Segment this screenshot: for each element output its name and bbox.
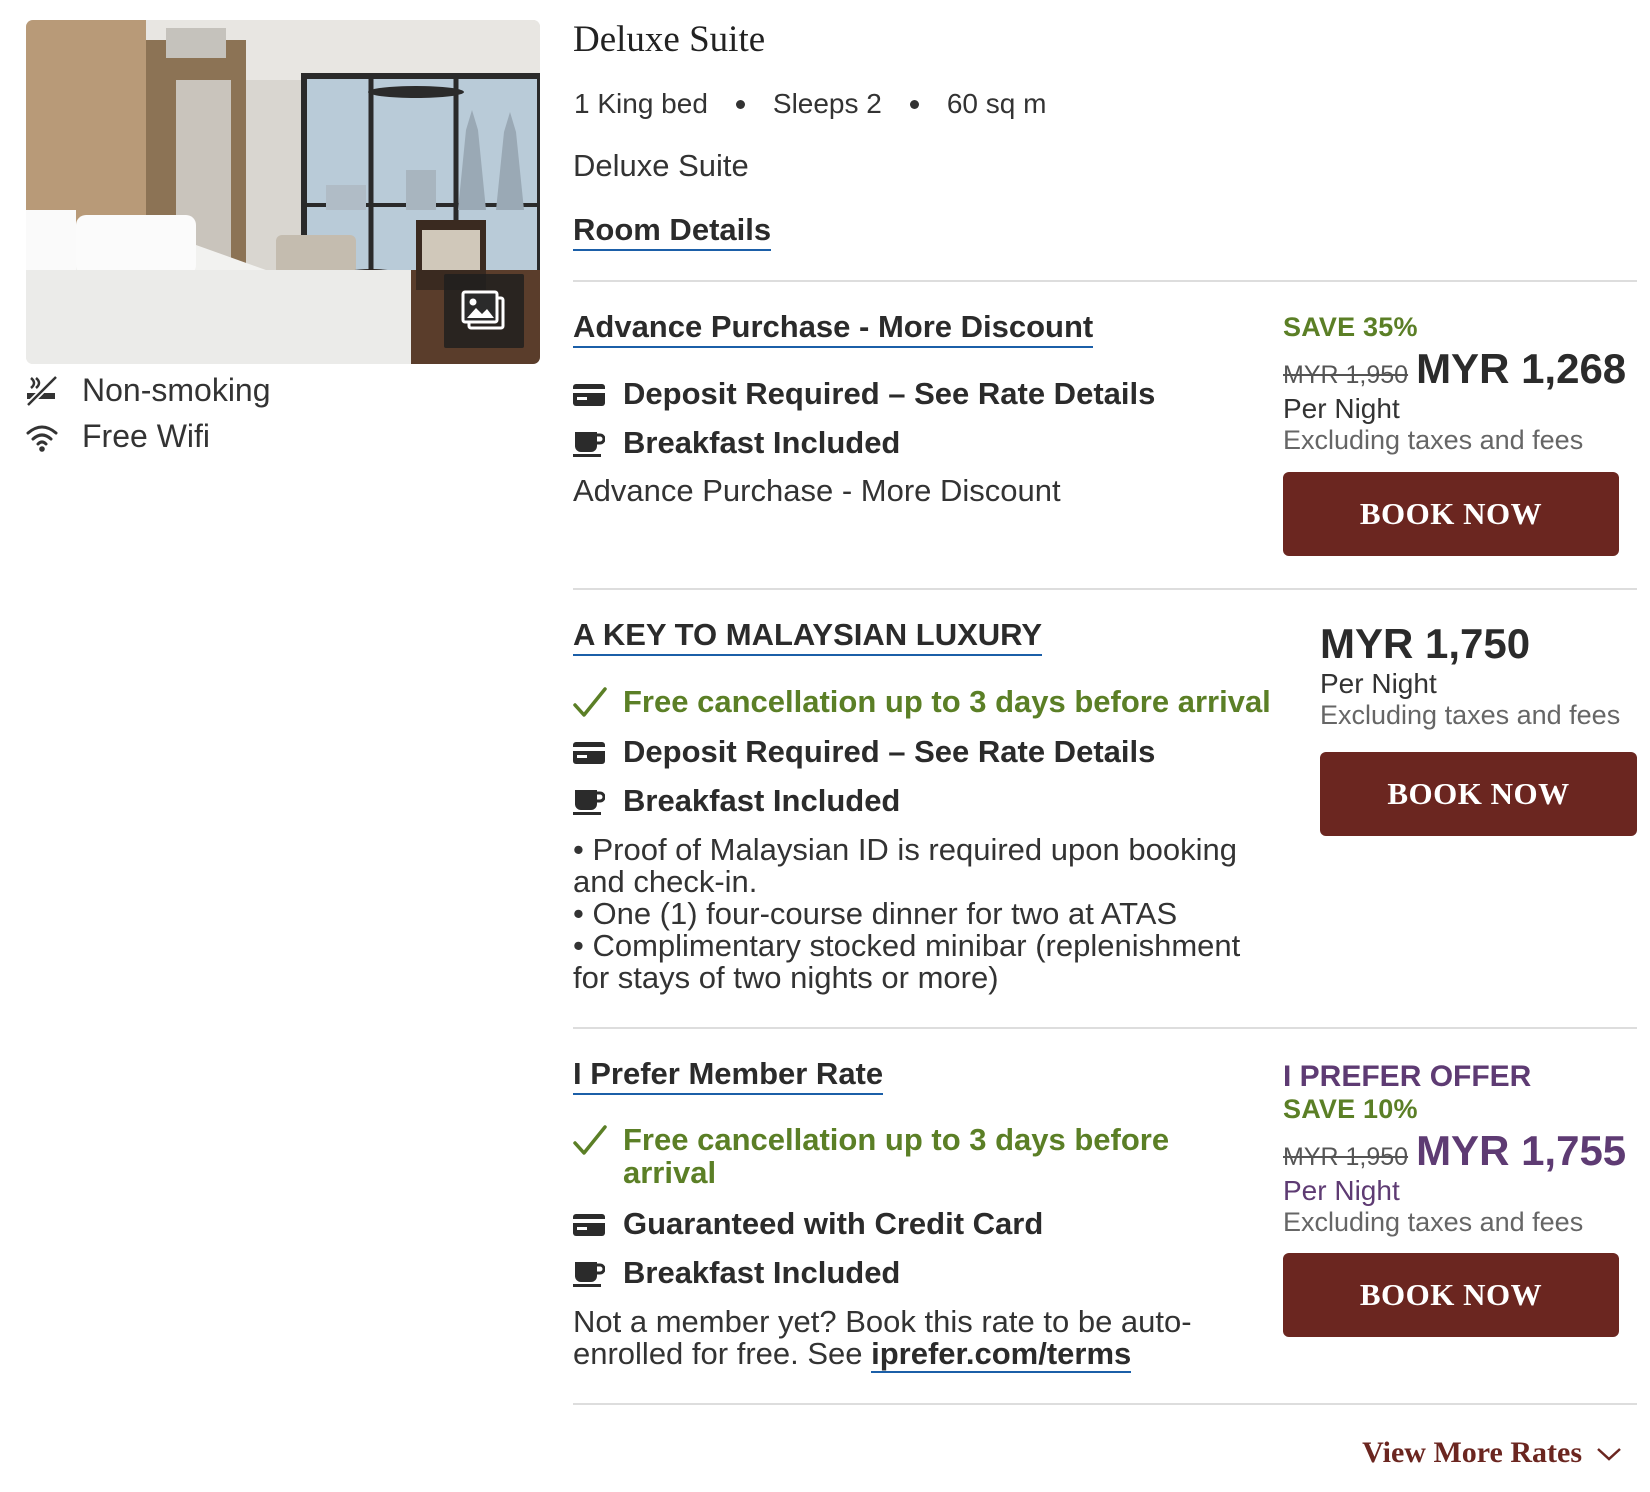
- feature-text: Deposit Required – See Rate Details: [623, 376, 1156, 411]
- bed-info: 1 King bed: [574, 88, 708, 119]
- feature-guaranteed: Guaranteed with Credit Card: [573, 1207, 1043, 1243]
- original-price: MYR 1,950: [1283, 361, 1409, 389]
- credit-card-icon: [573, 735, 607, 771]
- separator-dot: [735, 99, 745, 109]
- per-night-label: Per Night: [1283, 393, 1400, 424]
- divider: [573, 1027, 1637, 1029]
- credit-card-icon: [573, 377, 607, 413]
- sleeps-info: Sleeps 2: [772, 88, 882, 119]
- separator-dot: [909, 99, 919, 109]
- amenity-free-wifi: Free Wifi: [24, 418, 210, 455]
- current-price: MYR 1,755: [1416, 1127, 1627, 1174]
- per-night-label: Per Night: [1283, 1175, 1400, 1206]
- note-line: • Proof of Malaysian ID is required upon…: [573, 832, 1237, 867]
- gallery-icon[interactable]: [444, 274, 524, 348]
- price-block-1: SAVE 35% MYR 1,950 MYR 1,268 Per Night E…: [1283, 312, 1626, 456]
- feature-text: Guaranteed with Credit Card: [623, 1206, 1044, 1241]
- room-details-link[interactable]: Room Details: [573, 212, 772, 251]
- feature-breakfast: Breakfast Included: [573, 426, 900, 462]
- price-row: MYR 1,950 MYR 1,268: [1283, 345, 1626, 393]
- book-now-button[interactable]: BOOK NOW: [1283, 1253, 1619, 1337]
- note-line: and check-in.: [573, 864, 758, 899]
- note-line: • Complimentary stocked minibar (repleni…: [573, 928, 1241, 963]
- excluding-taxes-label: Excluding taxes and fees: [1283, 425, 1584, 455]
- original-price: MYR 1,950: [1283, 1143, 1409, 1171]
- no-smoking-icon: [24, 374, 60, 408]
- current-price: MYR 1,268: [1416, 345, 1627, 392]
- price-block-3: I PREFER OFFER SAVE 10% MYR 1,950 MYR 1,…: [1283, 1060, 1626, 1238]
- amenity-non-smoking: Non-smoking: [24, 372, 271, 409]
- feature-text: Free cancellation up to 3 days before ar…: [623, 1122, 1170, 1190]
- room-title: Deluxe Suite: [573, 19, 766, 60]
- wifi-icon: [24, 420, 60, 454]
- current-price: MYR 1,750: [1320, 620, 1531, 667]
- rate-description: Advance Purchase - More Discount: [573, 473, 1061, 508]
- feature-free-cancellation: Free cancellation up to 3 days before ar…: [573, 685, 1271, 721]
- feature-text: Breakfast Included: [623, 783, 901, 818]
- chevron-down-icon: [1582, 1436, 1622, 1470]
- save-badge: SAVE 10%: [1283, 1094, 1418, 1124]
- rate-name-iprefer[interactable]: I Prefer Member Rate: [573, 1056, 884, 1095]
- save-badge: SAVE 35%: [1283, 312, 1418, 342]
- room-description: Deluxe Suite: [573, 148, 749, 183]
- excluding-taxes-label: Excluding taxes and fees: [1283, 1207, 1584, 1237]
- feature-text: Free cancellation up to 3 days before ar…: [623, 684, 1271, 719]
- view-more-rates-link[interactable]: View More Rates: [1362, 1436, 1622, 1470]
- coffee-cup-icon: [573, 426, 607, 462]
- feature-free-cancellation: Free cancellation up to 3 days before ar…: [573, 1123, 1169, 1189]
- size-info: 60 sq m: [946, 88, 1047, 119]
- offer-badge: I PREFER OFFER: [1283, 1060, 1532, 1093]
- rate-notes: • Proof of Malaysian ID is required upon…: [573, 834, 1240, 994]
- feature-text: Deposit Required – See Rate Details: [623, 734, 1156, 769]
- coffee-cup-icon: [573, 784, 607, 820]
- checkmark-icon: [573, 685, 607, 721]
- checkmark-icon: [573, 1123, 607, 1159]
- coffee-cup-icon: [573, 1256, 607, 1292]
- note-line: • One (1) four-course dinner for two at …: [573, 896, 1178, 931]
- view-more-label: View More Rates: [1362, 1436, 1582, 1469]
- feature-text: Breakfast Included: [623, 1255, 901, 1290]
- divider: [573, 588, 1637, 590]
- feature-deposit: Deposit Required – See Rate Details: [573, 377, 1155, 413]
- feature-deposit: Deposit Required – See Rate Details: [573, 735, 1155, 771]
- price-block-2: MYR 1,750 Per Night Excluding taxes and …: [1320, 620, 1620, 731]
- divider: [573, 280, 1637, 282]
- excluding-taxes-label: Excluding taxes and fees: [1320, 700, 1621, 730]
- book-now-button[interactable]: BOOK NOW: [1320, 752, 1637, 836]
- feature-breakfast: Breakfast Included: [573, 1256, 900, 1292]
- book-now-button[interactable]: BOOK NOW: [1283, 472, 1619, 556]
- divider: [573, 1403, 1637, 1405]
- rate-name-malaysian-luxury[interactable]: A KEY TO MALAYSIAN LUXURY: [573, 617, 1043, 656]
- iprefer-terms-link[interactable]: iprefer.com/terms: [871, 1336, 1132, 1373]
- price-row: MYR 1,950 MYR 1,755: [1283, 1127, 1626, 1175]
- note-line: enrolled for free. See iprefer.com/terms: [573, 1336, 1132, 1373]
- amenity-label: Free Wifi: [82, 418, 210, 454]
- rate-name-advance-purchase[interactable]: Advance Purchase - More Discount: [573, 309, 1094, 348]
- amenity-label: Non-smoking: [82, 372, 271, 408]
- feature-text: Breakfast Included: [623, 425, 901, 460]
- feature-breakfast: Breakfast Included: [573, 784, 900, 820]
- room-photo[interactable]: [26, 20, 540, 364]
- note-line: for stays of two nights or more): [573, 960, 999, 995]
- room-meta: 1 King bed Sleeps 2 60 sq m: [574, 88, 1046, 120]
- member-note: Not a member yet? Book this rate to be a…: [573, 1304, 1192, 1373]
- per-night-label: Per Night: [1320, 668, 1437, 699]
- credit-card-icon: [573, 1207, 607, 1243]
- note-line: Not a member yet? Book this rate to be a…: [573, 1304, 1192, 1339]
